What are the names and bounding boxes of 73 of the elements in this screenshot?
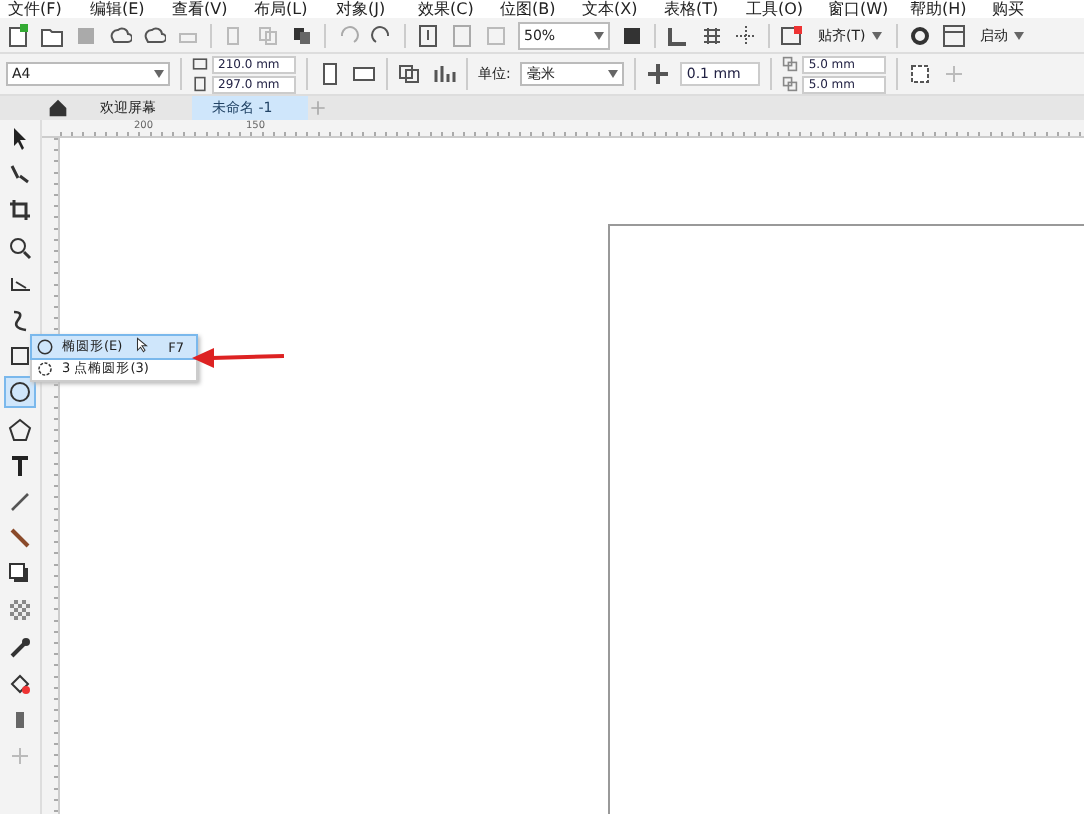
arrow-icon: [192, 348, 284, 368]
menu-item[interactable]: 对象(J): [336, 0, 418, 18]
page-width-icon[interactable]: [192, 56, 208, 72]
zoom-icon: [8, 235, 32, 260]
menu-item[interactable]: 表格(T): [664, 0, 746, 18]
shape-icon: [8, 162, 32, 187]
all-pages-icon[interactable]: [398, 62, 422, 86]
fill-tool[interactable]: [6, 669, 34, 698]
menu-item[interactable]: 窗口(W): [828, 0, 910, 18]
eyedropper-icon: [8, 635, 32, 660]
menu-item[interactable]: 布局(L): [254, 0, 336, 18]
caret-icon: [871, 31, 882, 39]
mouse-pointer-icon: [136, 336, 148, 354]
portrait-icon[interactable]: [318, 62, 342, 86]
caret-icon: [154, 70, 164, 78]
ellipse-tool[interactable]: [6, 378, 34, 407]
fill-icon: [8, 671, 32, 696]
snap-icon[interactable]: [780, 23, 804, 47]
page-height-icon[interactable]: [192, 76, 208, 92]
duplicate-x-icon[interactable]: [782, 56, 799, 72]
rulers-icon[interactable]: [666, 23, 690, 47]
rectangle-tool[interactable]: [6, 342, 34, 371]
crop-tool[interactable]: [6, 196, 34, 225]
eyedropper-tool[interactable]: [6, 633, 34, 662]
caret-icon: [1013, 31, 1024, 39]
connector-icon: [8, 526, 32, 551]
shadow-icon: [8, 562, 32, 587]
line-tool[interactable]: [6, 487, 34, 516]
folder-icon[interactable]: [40, 23, 64, 47]
paste-icon[interactable]: [290, 23, 314, 47]
guidelines-icon[interactable]: [734, 23, 758, 47]
page-border-icon[interactable]: [908, 62, 933, 86]
polygon-icon: [8, 417, 32, 441]
redo-icon[interactable]: [370, 23, 394, 47]
caret-icon: [594, 31, 604, 39]
text-tool[interactable]: [6, 451, 34, 480]
polygon-tool[interactable]: [6, 415, 34, 443]
duplicate-y-icon[interactable]: [782, 76, 799, 92]
pick-icon: [8, 126, 32, 150]
menu-item[interactable]: 文本(X): [582, 0, 664, 18]
menu-item[interactable]: 查看(V): [172, 0, 254, 18]
line-icon: [8, 489, 32, 514]
ellipse-icon: [8, 380, 32, 405]
connector-tool[interactable]: [6, 524, 34, 553]
shape-tool[interactable]: [6, 160, 34, 189]
settings-icon[interactable]: [907, 23, 932, 47]
dotted-ellipse-icon: [36, 360, 54, 378]
menu-item[interactable]: 效果(C): [418, 0, 500, 18]
menu-item[interactable]: 文件(F): [8, 0, 90, 18]
add-icon: [8, 744, 32, 769]
menu-item[interactable]: 编辑(E): [90, 0, 172, 18]
ellipse-icon: [36, 338, 54, 356]
full-screen-icon[interactable]: [620, 23, 644, 47]
menu-item[interactable]: 工具(O): [746, 0, 828, 18]
menu-item[interactable]: 购买: [992, 0, 1074, 18]
cloud-upload-icon[interactable]: [142, 23, 166, 47]
crop-icon: [8, 198, 32, 223]
caret-icon: [608, 70, 619, 78]
menu-item[interactable]: 帮助(H): [910, 0, 992, 18]
landscape-icon[interactable]: [352, 62, 376, 86]
current-page-icon[interactable]: [432, 62, 456, 86]
nudge-icon[interactable]: [646, 62, 671, 86]
grid-icon[interactable]: [700, 23, 724, 47]
launch-icon[interactable]: [941, 23, 966, 47]
menu-item[interactable]: 位图(B): [500, 0, 582, 18]
import-icon[interactable]: [416, 23, 440, 47]
rectangle-icon: [8, 344, 32, 369]
text-icon: [8, 453, 32, 478]
new-document-icon[interactable]: [6, 23, 30, 47]
cloud-download-icon[interactable]: [108, 23, 132, 47]
zoom-tool[interactable]: [6, 233, 34, 262]
transparency-icon: [8, 598, 32, 623]
artistic-icon: [8, 307, 32, 332]
